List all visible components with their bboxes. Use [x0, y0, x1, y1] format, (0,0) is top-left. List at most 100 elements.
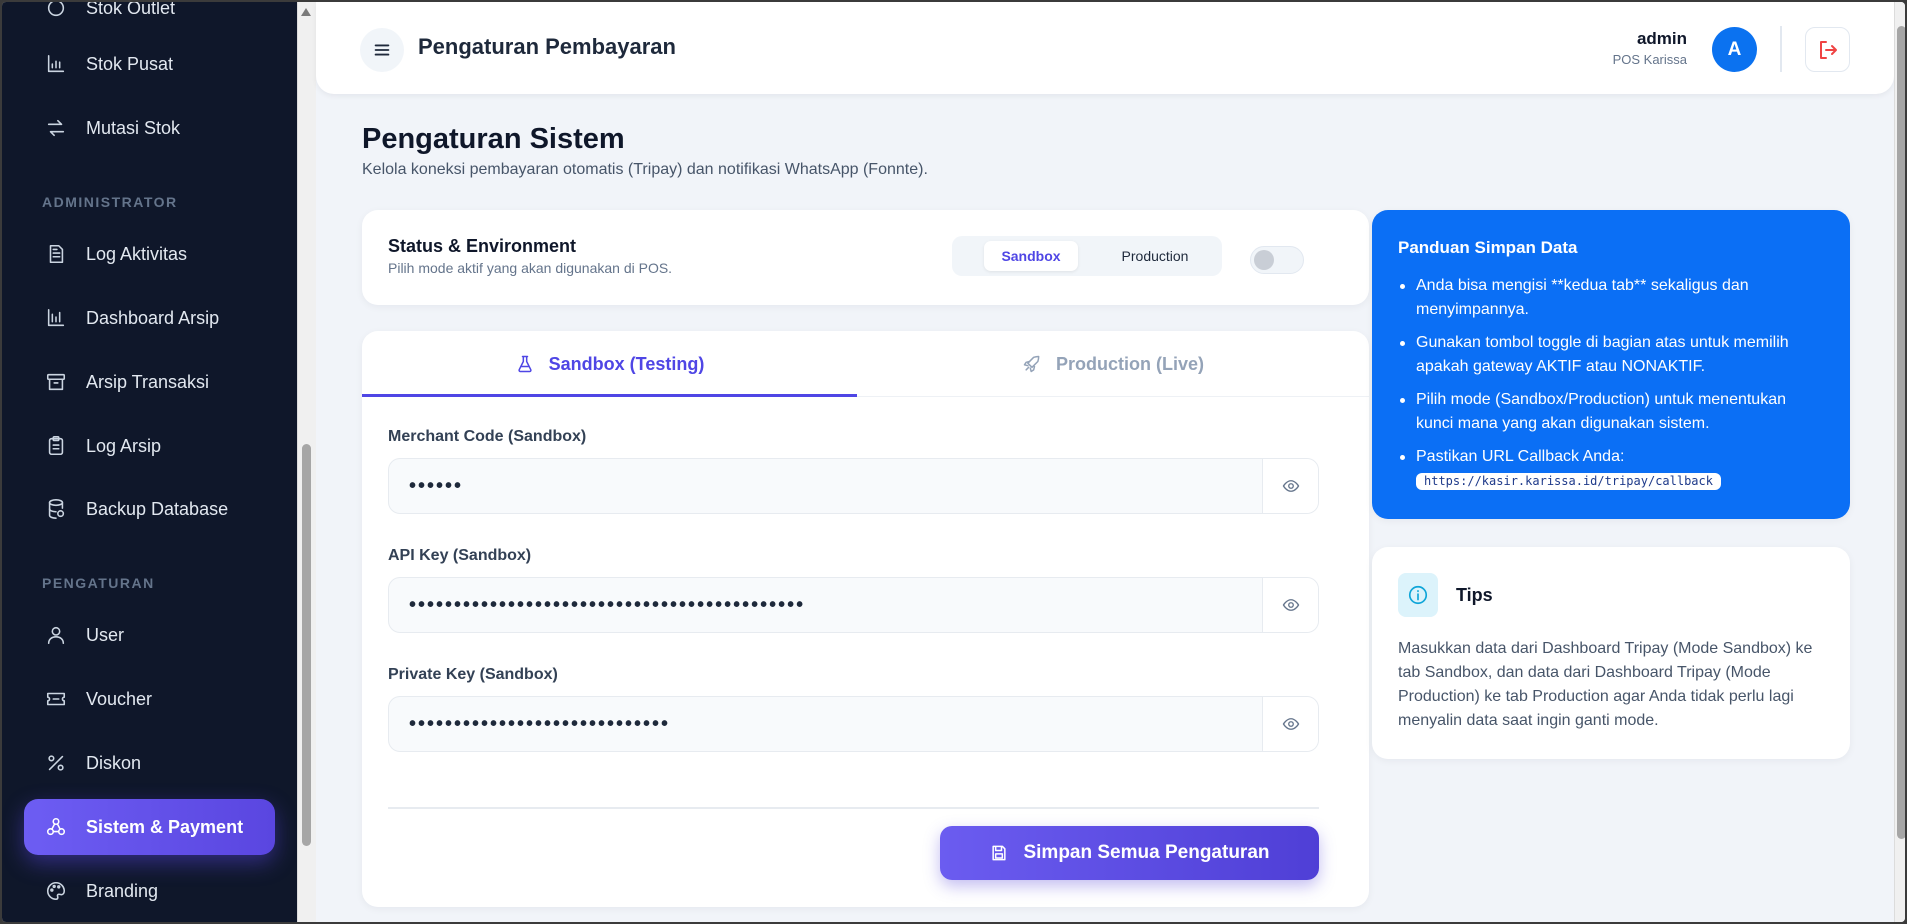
main-content: Pengaturan Pembayaran admin POS Karissa …	[316, 2, 1894, 922]
sidebar-item-stok-pusat[interactable]: Stok Pusat	[24, 36, 275, 92]
sidebar-item-label: Log Aktivitas	[86, 243, 188, 264]
sidebar-item-label: Backup Database	[86, 498, 229, 519]
sidebar-item-label: Dashboard Arsip	[86, 307, 220, 328]
tips-card: Tips Masukkan data dari Dashboard Tripay…	[1372, 547, 1850, 759]
warehouse-chart-icon	[44, 52, 68, 76]
eye-icon	[1282, 480, 1299, 492]
guide-card: Panduan Simpan Data Anda bisa mengisi **…	[1372, 210, 1850, 519]
user-store: POS Karissa	[1612, 52, 1687, 67]
sidebar-item-mutasi-stok[interactable]: Mutasi Stok	[24, 100, 275, 156]
api-key-value: ••••••••••••••••••••••••••••••••••••••••…	[409, 594, 806, 616]
sidebar-item-label: Stok Outlet	[86, 2, 176, 18]
api-key-field[interactable]: ••••••••••••••••••••••••••••••••••••••••…	[388, 577, 1319, 633]
active-tab-indicator	[362, 394, 857, 397]
sidebar-item-label: Voucher	[86, 688, 153, 709]
eye-icon	[1282, 599, 1299, 611]
page-title: Pengaturan Sistem	[362, 123, 625, 155]
merchant-code-label: Merchant Code (Sandbox)	[388, 428, 587, 445]
list-item: Pilih mode (Sandbox/Production) untuk me…	[1398, 388, 1818, 436]
sidebar-item-dashboard-arsip[interactable]: Dashboard Arsip	[24, 290, 275, 346]
section-pengaturan: PENGATURAN	[42, 575, 155, 591]
save-icon	[992, 845, 1007, 861]
logout-icon	[1819, 40, 1837, 59]
menu-toggle-button[interactable]	[360, 28, 404, 72]
toggle-visibility-button[interactable]	[1262, 697, 1318, 751]
tips-title: Tips	[1456, 585, 1493, 605]
palette-icon	[44, 879, 68, 903]
callback-label: Pastikan URL Callback Anda:	[1416, 448, 1625, 465]
sidebar-item-arsip-transaksi[interactable]: Arsip Transaksi	[24, 354, 275, 410]
hamburger-icon	[374, 44, 390, 56]
mode-production-button[interactable]: Production	[1100, 241, 1210, 271]
document-list-icon	[44, 242, 68, 266]
sidebar-item-branding[interactable]: Branding	[24, 863, 275, 919]
private-key-field[interactable]: •••••••••••••••••••••••••••••	[388, 696, 1319, 752]
save-all-button[interactable]: Simpan Semua Pengaturan	[940, 826, 1319, 880]
header-title: Pengaturan Pembayaran	[418, 34, 676, 59]
logout-button[interactable]	[1805, 27, 1850, 72]
mode-selector: Sandbox Production	[952, 236, 1222, 276]
ticket-icon	[44, 687, 68, 711]
database-icon	[44, 497, 68, 521]
guide-list: Anda bisa mengisi **kedua tab** sekaligu…	[1398, 274, 1818, 502]
sidebar-item-label: Log Arsip	[86, 435, 162, 456]
user-name: admin	[1636, 29, 1687, 48]
guide-title: Panduan Simpan Data	[1398, 238, 1578, 257]
sidebar-item-log-arsip[interactable]: Log Arsip	[24, 418, 275, 474]
sidebar: Stok Outlet Stok Pusat Mutasi Stok ADMIN…	[2, 2, 297, 922]
status-card: Status & Environment Pilih mode aktif ya…	[362, 210, 1369, 305]
webhook-icon	[44, 815, 68, 839]
form-divider	[388, 807, 1319, 809]
list-item: Pastikan URL Callback Anda: https://kasi…	[1398, 445, 1818, 493]
sidebar-item-sistem-payment[interactable]: Sistem & Payment	[24, 799, 275, 855]
callback-url[interactable]: https://kasir.karissa.id/tripay/callback	[1416, 473, 1721, 490]
merchant-code-field[interactable]: ••••••	[388, 458, 1319, 514]
sidebar-item-stok-outlet[interactable]: Stok Outlet	[24, 2, 275, 36]
toggle-visibility-button[interactable]	[1262, 459, 1318, 513]
mode-sandbox-button[interactable]: Sandbox	[984, 241, 1078, 271]
tips-text: Masukkan data dari Dashboard Tripay (Mod…	[1398, 640, 1813, 729]
page-subtitle: Kelola koneksi pembayaran otomatis (Trip…	[362, 161, 928, 178]
sidebar-item-log-aktivitas[interactable]: Log Aktivitas	[24, 226, 275, 282]
sidebar-item-user[interactable]: User	[24, 607, 275, 663]
tab-label: Production (Live)	[1056, 353, 1204, 374]
private-key-label: Private Key (Sandbox)	[388, 666, 558, 683]
arrows-swap-icon	[44, 116, 68, 140]
eye-icon	[1282, 718, 1299, 730]
tab-production[interactable]: Production (Live)	[857, 331, 1369, 397]
scroll-up-arrow-icon[interactable]	[301, 8, 311, 16]
avatar[interactable]: A	[1712, 27, 1757, 72]
flask-icon	[518, 355, 532, 373]
sidebar-item-label: Stok Pusat	[86, 53, 174, 74]
sidebar-item-diskon[interactable]: Diskon	[24, 735, 275, 791]
sidebar-item-label: User	[86, 624, 125, 645]
status-title: Status & Environment	[388, 236, 577, 256]
list-item: Anda bisa mengisi **kedua tab** sekaligu…	[1398, 274, 1818, 322]
sidebar-item-label: Arsip Transaksi	[86, 371, 210, 392]
bar-chart-icon	[44, 306, 68, 330]
list-item: Gunakan tombol toggle di bagian atas unt…	[1398, 331, 1818, 379]
sidebar-item-label: Diskon	[86, 752, 142, 773]
sidebar-item-voucher[interactable]: Voucher	[24, 671, 275, 727]
user-icon	[44, 623, 68, 647]
top-bar: Pengaturan Pembayaran admin POS Karissa …	[316, 2, 1894, 94]
api-key-label: API Key (Sandbox)	[388, 547, 532, 564]
store-icon	[44, 2, 68, 20]
rocket-icon	[1023, 355, 1040, 373]
status-subtitle: Pilih mode aktif yang akan digunakan di …	[388, 260, 673, 276]
tab-sandbox[interactable]: Sandbox (Testing)	[362, 331, 857, 397]
page-scrollbar-thumb[interactable]	[1897, 26, 1905, 839]
clipboard-icon	[44, 434, 68, 458]
divider	[1780, 26, 1782, 72]
info-icon	[1398, 573, 1438, 617]
sidebar-item-label: Branding	[86, 880, 159, 901]
merchant-code-value: ••••••	[409, 475, 464, 497]
private-key-value: •••••••••••••••••••••••••••••	[409, 713, 671, 735]
section-administrator: ADMINISTRATOR	[42, 194, 178, 210]
sidebar-item-backup-database[interactable]: Backup Database	[24, 481, 275, 537]
toggle-visibility-button[interactable]	[1262, 578, 1318, 632]
gateway-active-toggle[interactable]	[1250, 246, 1304, 274]
sidebar-scrollbar-thumb[interactable]	[302, 444, 311, 846]
sidebar-item-label: Sistem & Payment	[86, 816, 244, 837]
app-window: Stok Outlet Stok Pusat Mutasi Stok ADMIN…	[0, 0, 1907, 924]
